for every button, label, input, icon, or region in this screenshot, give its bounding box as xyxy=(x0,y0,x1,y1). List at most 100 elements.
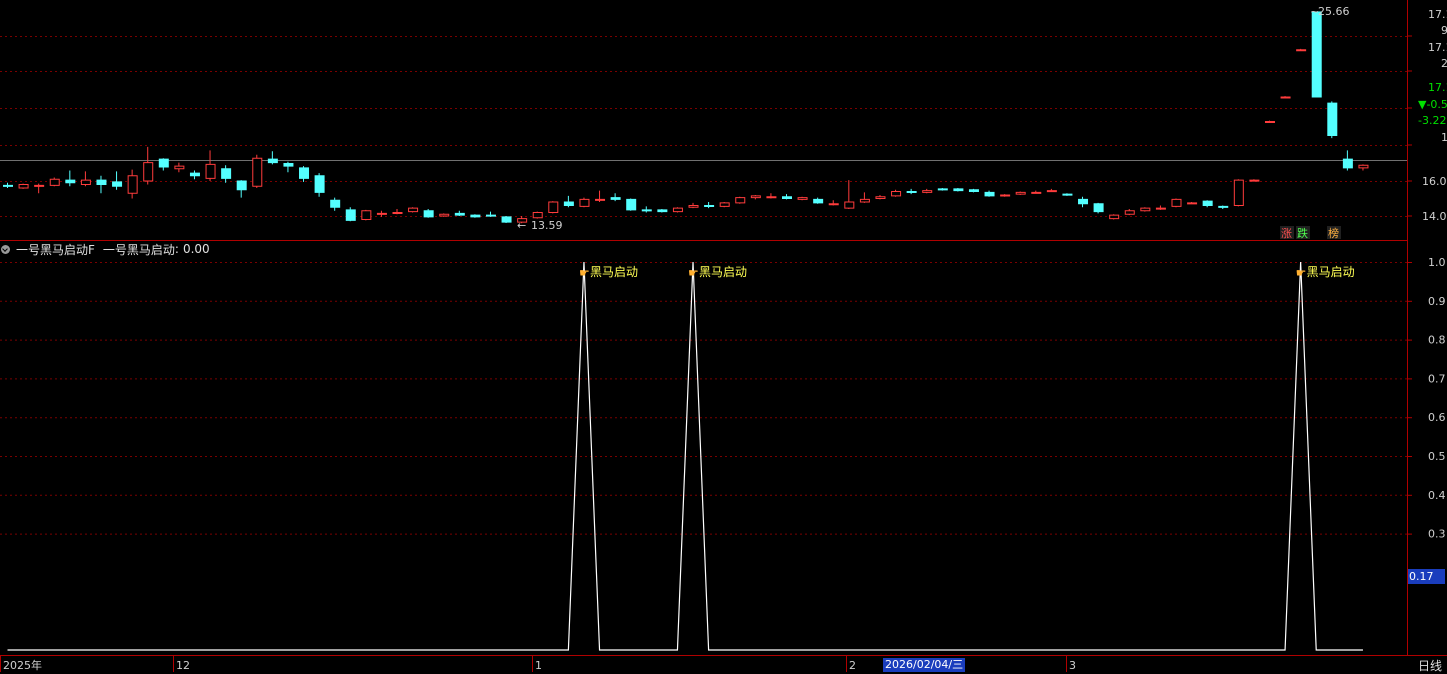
candle[interactable] xyxy=(1218,205,1229,210)
candle[interactable] xyxy=(314,173,325,197)
candle[interactable] xyxy=(704,202,715,209)
candle[interactable] xyxy=(408,207,419,213)
candle-body xyxy=(1218,205,1229,208)
collapse-toggle-icon[interactable] xyxy=(1,244,10,254)
candle[interactable] xyxy=(1202,200,1213,208)
candle[interactable] xyxy=(688,202,699,209)
candle[interactable] xyxy=(96,175,107,194)
candle[interactable] xyxy=(361,209,372,221)
candle[interactable] xyxy=(1296,48,1307,52)
candle[interactable] xyxy=(189,170,200,180)
candle[interactable] xyxy=(610,193,621,202)
candlestick-series[interactable] xyxy=(3,11,1369,224)
candle-body xyxy=(922,190,933,193)
candle[interactable] xyxy=(1000,194,1011,197)
candle[interactable] xyxy=(158,158,169,171)
stock-tags[interactable]: 涨 跌 榜 xyxy=(1280,226,1341,240)
candle[interactable] xyxy=(49,177,60,187)
candle[interactable] xyxy=(345,207,356,222)
candle[interactable] xyxy=(18,183,29,189)
candle[interactable] xyxy=(735,196,746,204)
period-selector[interactable]: 日线 xyxy=(1418,657,1442,674)
candle[interactable] xyxy=(875,195,886,200)
candle[interactable] xyxy=(1311,11,1322,98)
candle[interactable] xyxy=(922,188,933,194)
candle[interactable] xyxy=(1249,179,1260,182)
candle[interactable] xyxy=(1109,214,1120,220)
candle[interactable] xyxy=(1078,196,1089,208)
candle[interactable] xyxy=(283,161,294,173)
candle[interactable] xyxy=(641,206,652,213)
candle[interactable] xyxy=(766,193,777,199)
candle[interactable] xyxy=(672,207,683,213)
candle[interactable] xyxy=(439,213,450,217)
candle[interactable] xyxy=(548,201,559,214)
candle-body xyxy=(485,214,496,217)
candle[interactable] xyxy=(454,210,465,216)
candle[interactable] xyxy=(127,169,138,199)
candle[interactable] xyxy=(80,171,91,187)
candle[interactable] xyxy=(1140,207,1151,212)
candle[interactable] xyxy=(891,189,902,197)
candle[interactable] xyxy=(221,165,232,183)
candle[interactable] xyxy=(1264,120,1275,123)
candle[interactable] xyxy=(782,194,792,200)
candle[interactable] xyxy=(750,195,761,200)
candle-body xyxy=(423,210,434,218)
candle[interactable] xyxy=(174,162,185,173)
candle[interactable] xyxy=(470,214,481,218)
candle[interactable] xyxy=(937,188,948,191)
candle[interactable] xyxy=(968,188,979,193)
candle[interactable] xyxy=(485,211,496,217)
indicator-name[interactable]: 一号黑马启动F xyxy=(16,241,95,258)
candle[interactable] xyxy=(657,209,668,213)
candle[interactable] xyxy=(1124,209,1135,216)
candle[interactable] xyxy=(3,182,13,188)
candle[interactable] xyxy=(595,190,606,202)
candle[interactable] xyxy=(330,197,341,211)
candle[interactable] xyxy=(563,195,574,208)
candle[interactable] xyxy=(532,211,543,219)
candle[interactable] xyxy=(906,188,917,195)
candle[interactable] xyxy=(112,171,123,190)
candle[interactable] xyxy=(205,150,216,181)
candle[interactable] xyxy=(143,146,154,185)
candle[interactable] xyxy=(579,197,590,208)
candle[interactable] xyxy=(65,170,76,187)
candle[interactable] xyxy=(236,180,247,198)
candle[interactable] xyxy=(1015,191,1026,196)
candle[interactable] xyxy=(1327,101,1338,139)
candle[interactable] xyxy=(1187,202,1198,205)
candle[interactable] xyxy=(267,151,278,165)
candle-body xyxy=(408,207,419,213)
candle[interactable] xyxy=(626,198,637,211)
candle[interactable] xyxy=(1342,150,1353,171)
candle[interactable] xyxy=(797,196,808,201)
candle[interactable] xyxy=(984,190,995,197)
candle[interactable] xyxy=(1155,205,1166,210)
candle[interactable] xyxy=(1046,188,1057,193)
candle[interactable] xyxy=(844,180,855,209)
candle-body xyxy=(859,198,870,203)
candle[interactable] xyxy=(813,197,824,204)
candle[interactable] xyxy=(252,154,263,188)
candle[interactable] xyxy=(1031,190,1042,194)
candle[interactable] xyxy=(423,209,434,218)
candle[interactable] xyxy=(828,200,839,206)
candle[interactable] xyxy=(501,216,512,223)
candle[interactable] xyxy=(299,166,310,182)
candle-body xyxy=(813,198,824,204)
candle[interactable] xyxy=(1358,164,1369,171)
candle[interactable] xyxy=(376,210,387,217)
tag-rise: 涨 xyxy=(1281,227,1292,240)
candle[interactable] xyxy=(1062,193,1073,196)
candle[interactable] xyxy=(1280,96,1291,99)
candle[interactable] xyxy=(1233,179,1244,207)
candle[interactable] xyxy=(953,188,964,192)
candle[interactable] xyxy=(392,209,403,215)
candle[interactable] xyxy=(1093,202,1104,214)
candle[interactable] xyxy=(34,183,45,194)
candle[interactable] xyxy=(719,202,730,208)
candle[interactable] xyxy=(859,192,870,203)
candle[interactable] xyxy=(1171,198,1182,208)
